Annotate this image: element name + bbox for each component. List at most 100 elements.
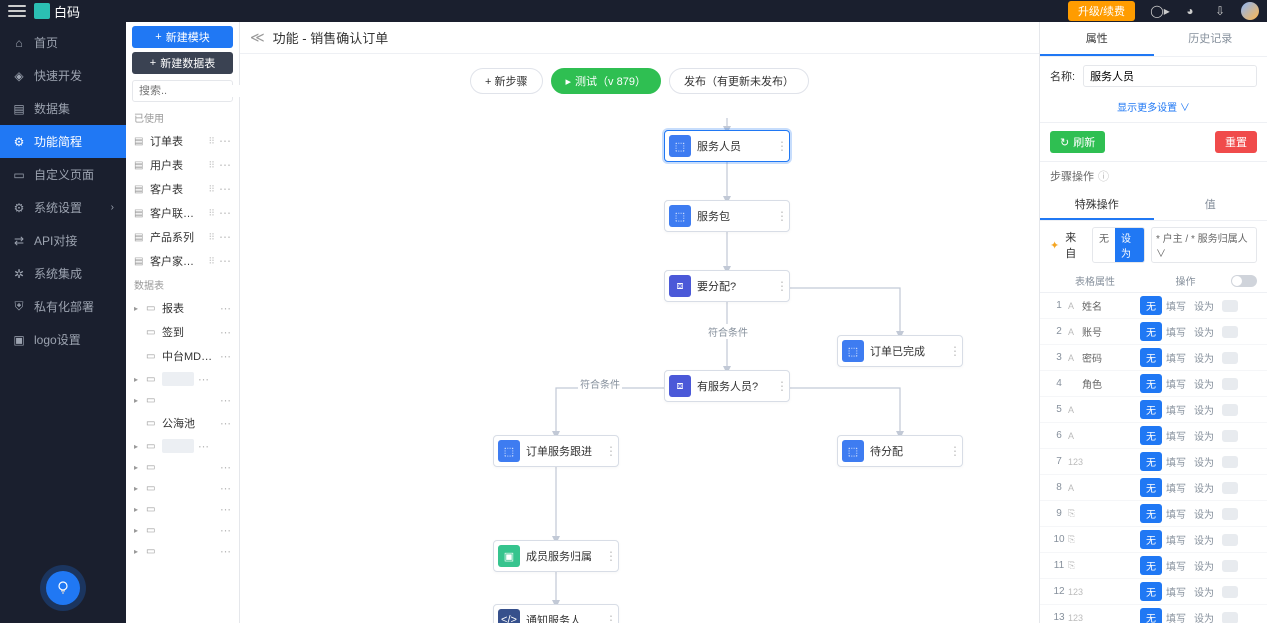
flow-node-1[interactable]: ⬚服务人员⋮ xyxy=(664,130,790,162)
pill-none[interactable]: 无 xyxy=(1140,322,1162,341)
op-set[interactable]: 设为 xyxy=(1190,584,1218,599)
op-fill[interactable]: 填写 xyxy=(1162,428,1190,443)
tree-node[interactable]: ▸▭⋯ xyxy=(126,390,239,411)
more-icon[interactable]: ⋯ xyxy=(219,158,231,172)
pill-none[interactable]: 无 xyxy=(1140,296,1162,315)
sidebar-item-1[interactable]: ◈快速开发 xyxy=(0,59,126,92)
node-more-icon[interactable]: ⋮ xyxy=(948,344,962,358)
file-item[interactable]: ▤订单表⠿⋯ xyxy=(126,129,239,153)
logo[interactable]: 白码 xyxy=(34,2,80,21)
more-icon[interactable]: ⋯ xyxy=(220,302,231,315)
sidebar-item-0[interactable]: ⌂首页 xyxy=(0,26,126,59)
op-set[interactable]: 设为 xyxy=(1190,558,1218,573)
drag-handle-icon[interactable]: ⠿ xyxy=(208,160,215,171)
expand-icon[interactable] xyxy=(134,352,142,361)
node-more-icon[interactable]: ⋮ xyxy=(604,549,618,563)
comment-icon[interactable] xyxy=(1222,560,1238,572)
toggle-switch[interactable] xyxy=(1231,275,1257,287)
drag-handle-icon[interactable]: ⠿ xyxy=(208,208,215,219)
op-set[interactable]: 设为 xyxy=(1190,350,1218,365)
comment-icon[interactable] xyxy=(1222,482,1238,494)
flow-node-3[interactable]: ⧈要分配?⋮ xyxy=(664,270,790,302)
tree-node[interactable]: ▸▭⋯ xyxy=(126,499,239,520)
source-select[interactable]: * 户主 / * 服务归属人∨ xyxy=(1151,227,1257,263)
fab-lightbulb[interactable] xyxy=(46,571,80,605)
more-icon[interactable]: ⋯ xyxy=(220,482,231,495)
sidebar-item-9[interactable]: ▣logo设置 xyxy=(0,323,126,356)
more-icon[interactable]: ⋯ xyxy=(220,545,231,558)
refresh-button[interactable]: ↻刷新 xyxy=(1050,131,1105,153)
seg-none[interactable]: 无 xyxy=(1093,228,1115,262)
pill-none[interactable]: 无 xyxy=(1140,530,1162,549)
op-set[interactable]: 设为 xyxy=(1190,298,1218,313)
help-icon[interactable]: ◕ xyxy=(1181,2,1199,20)
tree-node[interactable]: ▸▭报表⋯ xyxy=(126,296,239,320)
more-icon[interactable]: ⋯ xyxy=(219,230,231,244)
segment-control[interactable]: 无 设为 xyxy=(1092,227,1145,263)
sidebar-item-6[interactable]: ⇄API对接 xyxy=(0,224,126,257)
op-set[interactable]: 设为 xyxy=(1190,428,1218,443)
node-more-icon[interactable]: ⋮ xyxy=(775,279,789,293)
file-item[interactable]: ▤客户表⠿⋯ xyxy=(126,177,239,201)
more-icon[interactable]: ⋯ xyxy=(220,350,231,363)
more-settings-link[interactable]: 显示更多设置 ∨ xyxy=(1040,95,1267,122)
more-icon[interactable]: ⋯ xyxy=(220,417,231,430)
comment-icon[interactable] xyxy=(1222,378,1238,390)
drag-handle-icon[interactable]: ⠿ xyxy=(208,256,215,267)
node-more-icon[interactable]: ⋮ xyxy=(948,444,962,458)
pill-none[interactable]: 无 xyxy=(1140,556,1162,575)
expand-icon[interactable] xyxy=(134,328,142,337)
flow-node-6[interactable]: ⬚订单服务跟进⋮ xyxy=(493,435,619,467)
pill-none[interactable]: 无 xyxy=(1140,582,1162,601)
comment-icon[interactable] xyxy=(1222,430,1238,442)
expand-icon[interactable]: ▸ xyxy=(134,442,142,451)
more-icon[interactable]: ⋯ xyxy=(198,373,209,386)
test-button[interactable]: ▸测试（v 879） xyxy=(551,68,661,94)
comment-icon[interactable] xyxy=(1222,300,1238,312)
expand-icon[interactable]: ▸ xyxy=(134,526,142,535)
flow-node-5[interactable]: ⬚订单已完成⋮ xyxy=(837,335,963,367)
tab-history[interactable]: 历史记录 xyxy=(1154,22,1267,56)
tree-node[interactable]: ▭中台MDCC⋯ xyxy=(126,344,239,368)
comment-icon[interactable] xyxy=(1222,508,1238,520)
file-item[interactable]: ▤用户表⠿⋯ xyxy=(126,153,239,177)
drag-handle-icon[interactable]: ⠿ xyxy=(208,232,215,243)
expand-icon[interactable] xyxy=(134,419,142,428)
more-icon[interactable]: ⋯ xyxy=(198,440,209,453)
comment-icon[interactable] xyxy=(1222,612,1238,623)
op-fill[interactable]: 填写 xyxy=(1162,506,1190,521)
node-more-icon[interactable]: ⋮ xyxy=(775,139,789,153)
op-fill[interactable]: 填写 xyxy=(1162,324,1190,339)
comment-icon[interactable] xyxy=(1222,456,1238,468)
comment-icon[interactable] xyxy=(1222,586,1238,598)
tab-value[interactable]: 值 xyxy=(1154,190,1267,220)
sidebar-item-5[interactable]: ⚙系统设置› xyxy=(0,191,126,224)
drag-handle-icon[interactable]: ⠿ xyxy=(208,136,215,147)
comment-icon[interactable] xyxy=(1222,534,1238,546)
tree-node[interactable]: ▭签到⋯ xyxy=(126,320,239,344)
flow-canvas[interactable]: 符合条件 符合条件 ⬚服务人员⋮ ⬚服务包⋮ ⧈要分配?⋮ ⧈有服务人员?⋮ ⬚… xyxy=(240,54,1039,623)
file-item[interactable]: ▤产品系列⠿⋯ xyxy=(126,225,239,249)
flow-node-4[interactable]: ⧈有服务人员?⋮ xyxy=(664,370,790,402)
op-fill[interactable]: 填写 xyxy=(1162,376,1190,391)
more-icon[interactable]: ⋯ xyxy=(220,524,231,537)
more-icon[interactable]: ⋯ xyxy=(219,182,231,196)
pill-none[interactable]: 无 xyxy=(1140,608,1162,623)
expand-icon[interactable]: ▸ xyxy=(134,505,142,514)
tree-node[interactable]: ▸▭⋯ xyxy=(126,478,239,499)
play-icon[interactable]: ◯▸ xyxy=(1151,2,1169,20)
more-icon[interactable]: ⋯ xyxy=(219,206,231,220)
sidebar-item-7[interactable]: ✲系统集成 xyxy=(0,257,126,290)
op-set[interactable]: 设为 xyxy=(1190,480,1218,495)
more-icon[interactable]: ⋯ xyxy=(220,503,231,516)
pill-none[interactable]: 无 xyxy=(1140,504,1162,523)
drag-handle-icon[interactable]: ⠿ xyxy=(208,184,215,195)
sidebar-item-3[interactable]: ⚙功能简程 xyxy=(0,125,126,158)
op-fill[interactable]: 填写 xyxy=(1162,532,1190,547)
tree-node[interactable]: ▸▭⋯ xyxy=(126,435,239,457)
node-more-icon[interactable]: ⋮ xyxy=(604,444,618,458)
more-icon[interactable]: ⋯ xyxy=(220,461,231,474)
op-fill[interactable]: 填写 xyxy=(1162,402,1190,417)
tree-node[interactable]: ▸▭⋯ xyxy=(126,520,239,541)
sidebar-item-8[interactable]: ⛨私有化部署 xyxy=(0,290,126,323)
